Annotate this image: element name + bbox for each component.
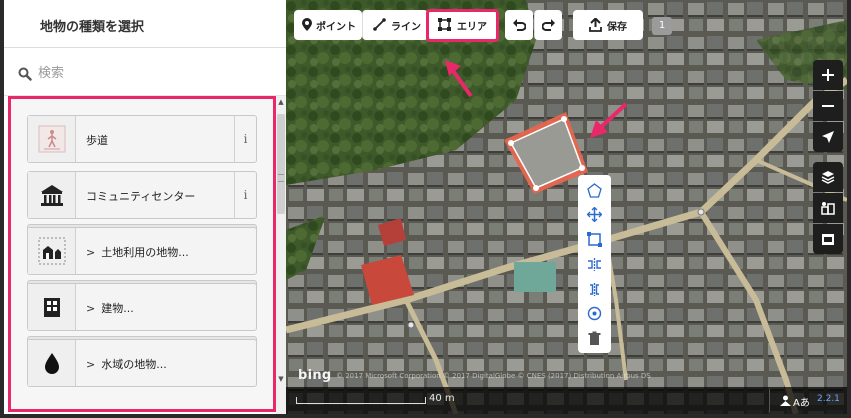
map-canvas[interactable]: ポイント ライン エリア 保存 1 bing © 2017 Microsoft …: [286, 0, 847, 414]
preset-label: > 水域の地物...: [86, 356, 167, 372]
preset-info-button[interactable]: i: [234, 172, 256, 218]
add-line-button[interactable]: ライン: [362, 10, 428, 40]
annotation-arrow-icon: [445, 60, 473, 98]
redo-button[interactable]: [534, 10, 562, 40]
preset-label: コミュニティセンター: [86, 190, 196, 203]
translate-icon: [780, 395, 791, 406]
scale-bar[interactable]: [296, 397, 426, 404]
preset-label: > 建物...: [86, 300, 134, 316]
issues-icon: [822, 234, 834, 245]
search-input[interactable]: [38, 62, 268, 84]
scroll-down-icon[interactable]: ▼: [276, 375, 286, 383]
app-window: 地物の種類を選択 検索 歩道 i コミュニティセンター i > 土地利用の地物.…: [0, 0, 851, 418]
category-label: 水域の地物...: [101, 358, 167, 371]
preset-item-footway[interactable]: 歩道 i: [27, 115, 257, 163]
save-label: 保存: [607, 22, 627, 33]
version-link[interactable]: 2.2.1: [817, 394, 840, 404]
annotation-arrow-icon: [590, 102, 628, 138]
language-label: Aあ: [793, 398, 810, 409]
point-icon: [302, 18, 312, 31]
scale-label: 40 m: [429, 393, 455, 404]
category-label: 建物...: [101, 302, 134, 315]
upload-icon: [589, 18, 602, 32]
sidebar: 地物の種類を選択 検索 歩道 i コミュニティセンター i > 土地利用の地物.…: [4, 0, 286, 414]
reflect-long-icon[interactable]: [587, 257, 602, 272]
preset-icon-cell: [28, 228, 76, 274]
footer-divider: [769, 389, 770, 412]
preset-icon-cell: [28, 340, 76, 386]
edit-menu: [578, 175, 611, 353]
landuse-icon: [38, 237, 66, 265]
imagery-attribution[interactable]: © 2017 Microsoft Corporation © 2017 Digi…: [336, 372, 651, 380]
satellite-imagery: [286, 0, 847, 414]
line-icon: [373, 18, 386, 31]
undo-button[interactable]: [505, 10, 533, 40]
issues-button[interactable]: [813, 224, 843, 254]
background-layers-button[interactable]: [813, 162, 843, 192]
undo-icon: [513, 19, 526, 31]
preset-category-building[interactable]: > 建物...: [27, 283, 257, 331]
zoom-in-icon: [822, 69, 834, 81]
move-icon[interactable]: [587, 207, 602, 222]
preset-item-community-centre[interactable]: コミュニティセンター i: [27, 171, 257, 219]
preset-icon-cell: [28, 116, 76, 162]
language-button[interactable]: Aあ: [777, 390, 815, 411]
preset-category-water[interactable]: > 水域の地物...: [27, 339, 257, 387]
sidebar-title: 地物の種類を選択: [40, 20, 145, 35]
delete-icon[interactable]: [587, 331, 602, 346]
save-button[interactable]: 保存: [573, 10, 643, 40]
community-center-icon: [41, 185, 63, 206]
redo-icon: [542, 19, 555, 31]
search-row: [4, 48, 286, 96]
point-label: ポイント: [316, 22, 356, 33]
reflect-short-icon[interactable]: [587, 282, 602, 297]
preset-icon-cell: [28, 172, 76, 218]
sidebar-scrollbar[interactable]: ▲ ▼: [276, 96, 286, 414]
preset-category-landuse[interactable]: > 土地利用の地物...: [27, 227, 257, 275]
preset-icon-cell: [28, 284, 76, 330]
search-icon: [18, 67, 32, 81]
zoom-out-button[interactable]: [813, 91, 843, 121]
circularize-icon[interactable]: [587, 306, 602, 321]
chevron-right-icon: >: [86, 302, 96, 315]
top-toolbar: ポイント ライン エリア 保存 1: [286, 0, 847, 48]
add-point-button[interactable]: ポイント: [294, 10, 362, 40]
map-footer: 40 m Aあ 2.2.1: [286, 387, 847, 414]
geolocate-icon: [822, 131, 834, 143]
preset-info-button[interactable]: i: [234, 116, 256, 162]
grip-icon: [278, 174, 284, 182]
map-data-button[interactable]: [813, 193, 843, 223]
chevron-right-icon: >: [86, 358, 96, 371]
geolocate-button[interactable]: [813, 122, 843, 152]
water-drop-icon: [45, 353, 59, 374]
building-icon: [44, 298, 60, 317]
scroll-thumb[interactable]: [277, 114, 285, 214]
layers-icon: [821, 171, 835, 184]
map-data-icon: [821, 202, 835, 215]
edit-count-badge: 1: [652, 17, 672, 35]
square-icon[interactable]: [587, 232, 602, 247]
chevron-right-icon: >: [86, 246, 96, 259]
area-button-highlight: [426, 9, 499, 42]
pedestrian-icon: [38, 125, 66, 153]
preset-label: 歩道: [86, 134, 108, 147]
preset-list-highlight: 歩道 i コミュニティセンター i > 土地利用の地物... > 建物... >…: [8, 96, 276, 412]
scroll-up-icon[interactable]: ▲: [276, 98, 286, 106]
category-label: 土地利用の地物...: [101, 246, 189, 259]
line-label: ライン: [391, 22, 421, 33]
sidebar-header: 地物の種類を選択: [4, 0, 286, 48]
zoom-out-icon: [822, 105, 834, 107]
bing-logo: bing: [298, 368, 332, 383]
zoom-in-button[interactable]: [813, 60, 843, 90]
preset-label: > 土地利用の地物...: [86, 244, 189, 260]
continue-icon[interactable]: [587, 183, 602, 198]
